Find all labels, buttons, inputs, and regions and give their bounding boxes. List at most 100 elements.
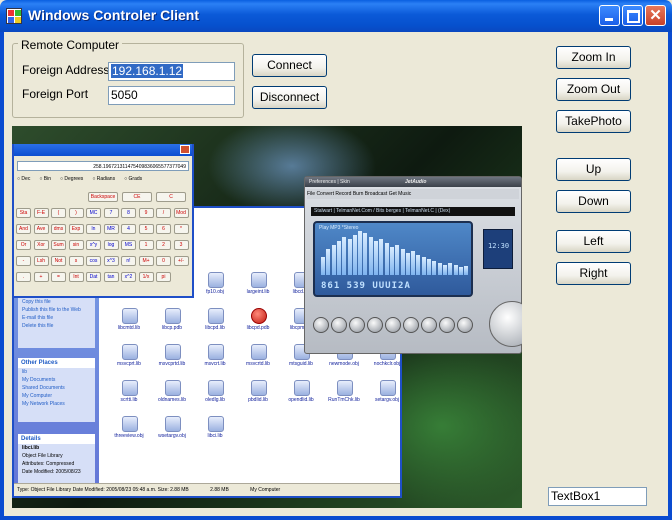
file-label: msvcprtd.lib xyxy=(158,361,186,367)
file-label: RunTmChk.lib xyxy=(328,397,360,403)
down-button[interactable]: Down xyxy=(556,190,631,213)
file-icon xyxy=(208,272,224,288)
other-place-item: My Documents xyxy=(22,377,56,383)
calculator-key: n! xyxy=(121,256,136,266)
take-photo-button[interactable]: TakePhoto xyxy=(556,110,631,133)
calculator-key: s xyxy=(68,256,84,266)
spectrum-bar xyxy=(384,243,389,275)
jetaudio-transport-controls xyxy=(313,317,483,335)
jetaudio-info-line: Stalwart | TelmanNet.Com / Bits berges |… xyxy=(311,207,515,216)
other-place-item: My Computer xyxy=(22,393,53,399)
file-label: scrtti.lib xyxy=(120,397,138,403)
file-icon xyxy=(251,308,267,324)
file-label: libcmtd.lib xyxy=(117,325,141,331)
calculator-key: 3 xyxy=(173,240,189,250)
jetaudio-digits: 861 539 UUUI2A xyxy=(321,281,411,291)
calculator-display: 258.196721311475409836065577377049 xyxy=(17,161,189,171)
spectrum-bar xyxy=(368,237,373,275)
file-icon xyxy=(122,416,138,432)
remote-screen-view[interactable]: Copy this file Publish this file to the W… xyxy=(12,126,522,508)
spectrum-bar xyxy=(453,265,458,275)
calculator-key: Xor xyxy=(33,240,49,250)
zoom-out-button[interactable]: Zoom Out xyxy=(556,78,631,101)
file-label: wsetargv.obj xyxy=(158,433,186,439)
foreign-address-input[interactable]: 192.168.1.12 xyxy=(108,62,235,81)
file-task-item: Delete this file xyxy=(22,323,54,329)
spectrum-bar xyxy=(464,266,469,275)
calculator-key: Or xyxy=(16,240,31,250)
up-button[interactable]: Up xyxy=(556,158,631,181)
spectrum-bar xyxy=(342,237,347,275)
calculator-key: Exp xyxy=(68,224,84,234)
jetaudio-menu: File Convert Record Burn Broadcast Get M… xyxy=(307,189,519,199)
file-label: oldnames.lib xyxy=(157,397,187,403)
file-label: libcpd.lib xyxy=(205,325,225,331)
details-name: libci.lib xyxy=(22,445,40,451)
calculator-key: . xyxy=(16,272,31,282)
details-panel: Details libci.lib Object File Library At… xyxy=(18,434,95,484)
disconnect-button[interactable]: Disconnect xyxy=(252,86,327,109)
spectrum-bar xyxy=(326,249,331,275)
file-icon xyxy=(251,272,267,288)
close-button[interactable]: ✕ xyxy=(645,5,666,26)
left-button[interactable]: Left xyxy=(556,230,631,253)
details-date: Date Modified: 2005/08/23 xyxy=(22,469,81,475)
window-frame-left xyxy=(0,32,4,520)
calculator-key: - xyxy=(16,256,31,266)
calculator-key: 1/x xyxy=(138,272,154,282)
calculator-key: pi xyxy=(156,272,171,282)
explorer-status-bar: Type: Object File Library Date Modified:… xyxy=(14,483,400,496)
calculator-key: 5 xyxy=(138,224,154,234)
file-label: libcpd.pdb xyxy=(246,325,270,331)
transport-button-icon xyxy=(313,317,329,333)
spectrum-bar xyxy=(374,241,378,275)
transport-button-icon xyxy=(403,317,419,333)
spectrum-bar xyxy=(395,245,400,275)
calculator-key: / xyxy=(156,208,171,218)
calculator-key: x^3 xyxy=(103,256,119,266)
file-label: msvcrt.lib xyxy=(204,361,226,367)
other-places-header: Other Places xyxy=(18,358,95,368)
zoom-in-button[interactable]: Zoom In xyxy=(556,46,631,69)
calculator-key: x^y xyxy=(86,240,101,250)
calculator-key: ( xyxy=(51,208,66,218)
spectrum-bar xyxy=(400,249,405,275)
file-task-item: E-mail this file xyxy=(22,315,54,321)
file-icon xyxy=(380,380,396,396)
jetaudio-clock-panel: 12:30 xyxy=(483,229,513,269)
calculator-key: Backspace xyxy=(88,192,118,202)
connect-button[interactable]: Connect xyxy=(252,54,327,77)
spectrum-bar xyxy=(331,245,336,275)
calculator-key: Not xyxy=(51,256,66,266)
jetaudio-volume-knob xyxy=(489,301,522,347)
calculator-radio-label: Degrees xyxy=(64,176,84,182)
jetaudio-clock: 12:30 xyxy=(488,242,510,250)
file-icon xyxy=(208,308,224,324)
calculator-key: 7 xyxy=(103,208,119,218)
file-icon xyxy=(122,380,138,396)
calculator-radio-label: Bin xyxy=(43,176,51,182)
textbox1[interactable]: TextBox1 xyxy=(548,487,647,506)
file-task-item: Publish this file to the Web xyxy=(22,307,81,313)
transport-button-icon xyxy=(421,317,437,333)
foreign-port-label: Foreign Port xyxy=(22,87,89,101)
foreign-port-input[interactable]: 5050 xyxy=(108,86,235,105)
title-bar[interactable]: Windows Controler Client ✕ xyxy=(0,0,672,32)
remote-calculator-window: 258.196721311475409836065577377049 ○ Dec… xyxy=(12,144,194,298)
calculator-key: Mod xyxy=(173,208,189,218)
remote-computer-group-label: Remote Computer xyxy=(18,38,123,52)
file-icon xyxy=(337,380,353,396)
transport-button-icon xyxy=(331,317,347,333)
window-title: Windows Controler Client xyxy=(28,7,199,23)
file-label: mtsguid.lib xyxy=(289,361,313,367)
jetaudio-mode: Play MP3 *Stereo xyxy=(319,225,359,231)
transport-button-icon xyxy=(349,317,365,333)
minimize-button[interactable] xyxy=(599,5,620,26)
details-header: Details xyxy=(18,434,95,444)
right-button[interactable]: Right xyxy=(556,262,631,285)
calculator-key: tan xyxy=(103,272,119,282)
maximize-button[interactable] xyxy=(622,5,643,26)
jetaudio-title-bar: Preferences | Skin JetAudio xyxy=(305,177,521,187)
file-icon xyxy=(208,344,224,360)
app-icon xyxy=(6,8,22,24)
